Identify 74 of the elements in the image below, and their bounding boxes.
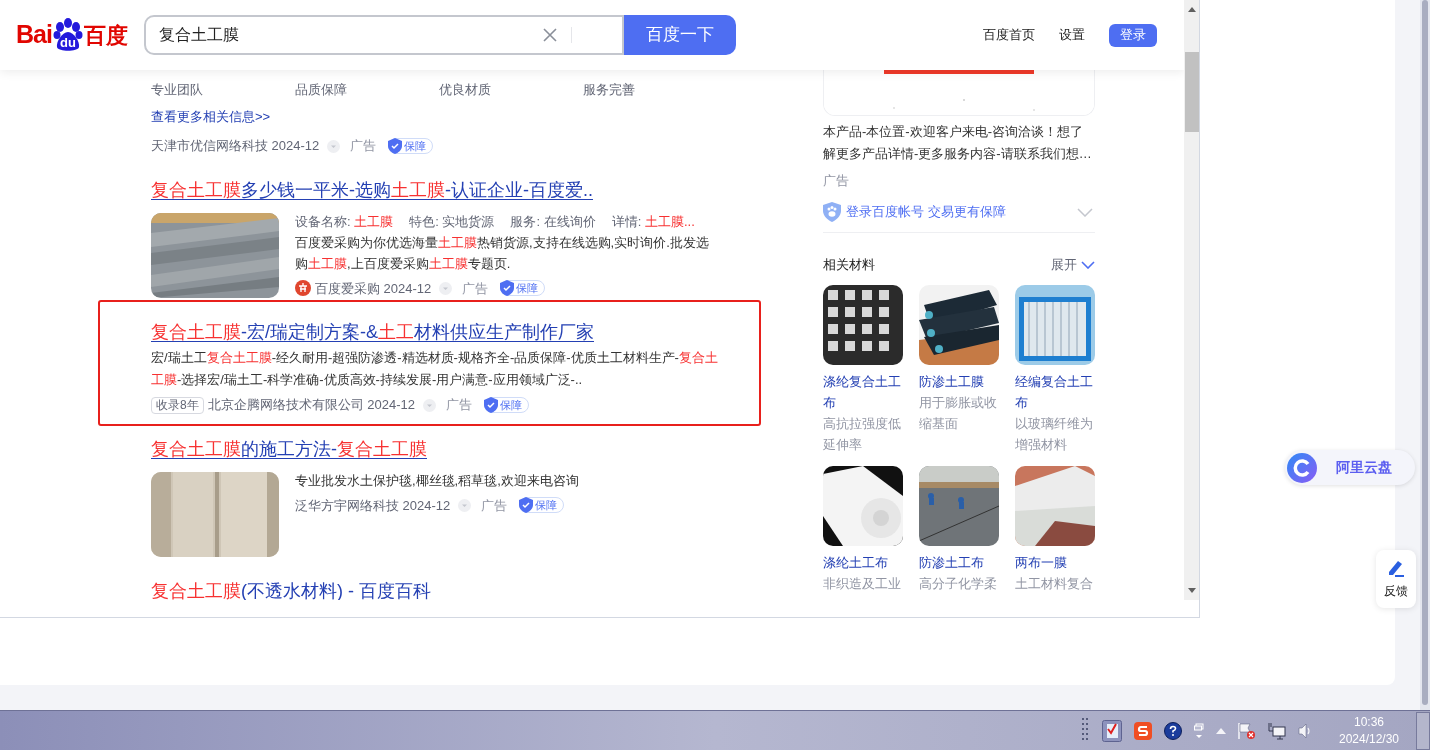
network-icon[interactable] [1268,721,1286,740]
shield-icon [388,138,403,154]
spec-field: 设备名称: 土工膜 [295,211,394,232]
result-snippet: 百度爱采购为你优选海量土工膜热销货源,支持在线选购,实时询价.批发选购土工膜,上百度爱采购土工膜专题页. [295,234,710,273]
login-prompt-link[interactable]: 登录百度帐号 交易更有保障 [846,202,1006,222]
more-info-link[interactable]: 查看更多相关信息>> [151,107,271,127]
nav-link[interactable]: 百度首页 [983,25,1035,45]
material-description: 用于膨胀或收缩基面 [919,394,998,433]
input-method-icon[interactable] [1134,721,1152,740]
material-description: 土工材料复合 [1015,575,1094,593]
shield-icon [484,397,498,413]
source-name: 百度爱采购 2024-12 [315,279,432,298]
material-link[interactable]: 防渗土工膜 [919,371,999,392]
search-field[interactable]: 复合土工膜 [143,15,624,55]
feature-tag: 专业团队 [151,80,295,100]
show-hidden-icon[interactable] [1216,727,1226,734]
chevron-down-icon [1081,261,1095,269]
search-button[interactable]: 百度一下 [623,15,736,55]
scroll-up-arrow-icon[interactable] [1187,7,1196,12]
material-description: 高抗拉强度低延伸率 [823,415,902,454]
material-link[interactable]: 防渗土工布 [919,552,999,573]
material-description: 非织造及工业 [823,575,902,593]
section-title: 相关材料 [823,256,875,275]
material-link[interactable]: 涤纶复合土工布 [823,371,903,413]
scroll-down-arrow-icon[interactable] [1187,588,1196,593]
show-desktop-button[interactable] [1416,711,1430,750]
result-title-link[interactable]: 复合土工膜多少钱一平米-选购土工膜-认证企业-百度爱.. [151,177,593,203]
flag-icon[interactable] [1238,721,1256,740]
ad-label: 广告 [462,279,489,298]
help-icon[interactable] [1164,721,1182,740]
clear-icon[interactable] [542,28,557,42]
spec-field: 服务: 在线询价 [510,211,596,232]
checklist-icon[interactable] [1102,719,1122,742]
feature-tag: 服务完善 [583,80,727,100]
material-link[interactable]: 经编复合土工布 [1015,371,1095,413]
ad-label: 广告 [823,172,850,190]
source-name: 泛华方宇网络科技 2024-12 [295,496,451,515]
speaker-icon[interactable] [1298,722,1312,739]
material-description: 以玻璃纤维为增强材料 [1015,415,1094,454]
expand-button[interactable]: 展开 [1051,255,1095,275]
scrollbar-thumb[interactable] [1422,0,1428,705]
source-name: 北京企腾网络技术有限公司 2024-12 [207,396,415,415]
nav-link[interactable]: 设置 [1059,25,1085,45]
shield-icon [500,280,515,296]
window-switch-icon[interactable] [1194,722,1204,739]
feature-tag: 优良材质 [439,80,583,100]
material-link[interactable]: 两布一膜 [1015,552,1095,573]
pen-icon [1386,558,1406,578]
login-button[interactable]: 登录 [1109,23,1157,47]
cloud-drive-icon [1287,452,1317,483]
logo-text[interactable]: Bai [16,16,52,54]
scrollbar-thumb[interactable] [1184,52,1199,132]
result-title-link[interactable]: 复合土工膜-宏/瑞定制方案-&土工材料供应生产制作厂家 [151,319,594,345]
ad-description: 本产品-本位置-欢迎客户来电-咨询洽谈！想了解更多产品详情-更多服务内容-请联系我们想… [823,123,1093,163]
feedback-button[interactable]: 反馈 [1376,550,1416,608]
result-snippet: 宏/瑞土工复合土工膜-经久耐用-超强防渗透-精选材质-规格齐全-品质保障-优质土工材料生产-复合土工膜-选择宏/瑞土工-科学准确-优质高效-持续发展-用户满意-应用领域广泛-.. [151,349,719,389]
paw-shield-icon [823,202,841,222]
shield-icon [519,497,534,513]
paw-icon[interactable] [52,18,83,52]
source-name: 天津市优信网络科技 2024-12 [151,137,320,156]
material-description: 高分子化学柔 [919,575,998,593]
logo-text[interactable]: 百度 [83,18,128,52]
spec-field: 特色: 实地货源 [409,211,495,232]
result-title-link[interactable]: 复合土工膜的施工方法-复合土工膜 [151,436,427,462]
result-snippet: 专业批发水土保护毯,椰丝毯,稻草毯,欢迎来电咨询 [295,472,580,490]
ad-label: 广告 [350,137,377,156]
feature-tag: 品质保障 [295,80,439,100]
result-title-link[interactable]: 复合土工膜(不透水材料) - 百度百科 [151,578,431,600]
age-tag: 收录8年 [151,396,204,414]
material-link[interactable]: 涤纶土工布 [823,552,903,573]
cloud-drive-button[interactable]: 阿里云盘 [1285,450,1415,485]
spec-field: 详情: 土工膜... [611,211,695,232]
ad-label: 广告 [481,496,508,515]
ad-label: 广告 [446,396,472,415]
